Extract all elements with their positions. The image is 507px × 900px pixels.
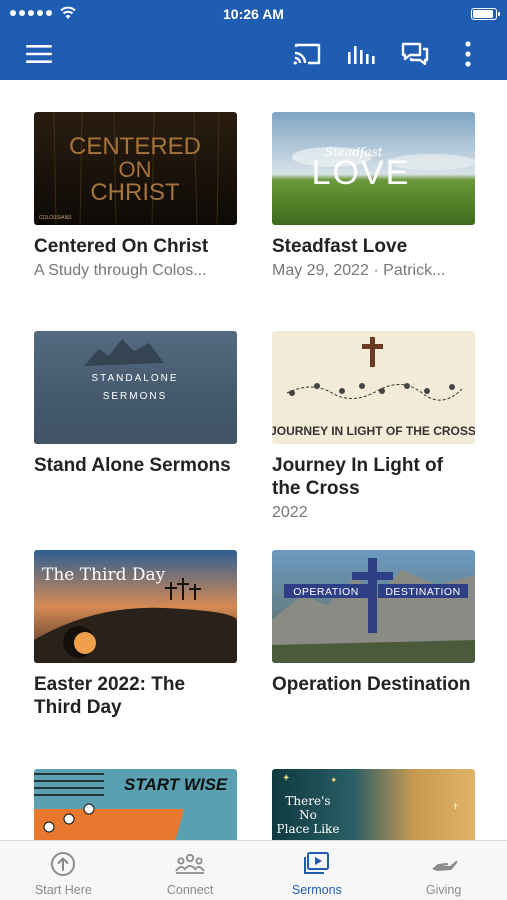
series-artwork: OPERATION DESTINATION xyxy=(272,550,475,663)
series-title: Steadfast Love xyxy=(272,236,408,257)
series-card[interactable]: CENTERED ON CHRIST COLOSSIANS Centered O… xyxy=(34,112,237,281)
svg-text:Place Like: Place Like xyxy=(277,822,340,836)
menu-icon xyxy=(26,45,52,63)
series-title: Journey In Light of the Cross xyxy=(272,455,443,499)
series-artwork: STANDALONE SERMONS xyxy=(34,331,237,444)
tab-giving[interactable]: Giving xyxy=(380,841,507,900)
series-artwork: CENTERED ON CHRIST COLOSSIANS xyxy=(34,112,237,225)
tab-label: Sermons xyxy=(291,883,342,897)
audio-bars-icon xyxy=(348,46,375,64)
series-artwork: The Third Day xyxy=(34,550,237,663)
series-card[interactable]: JOURNEY IN LIGHT OF THE CROSS Journey In… xyxy=(272,331,475,523)
svg-text:STANDALONE: STANDALONE xyxy=(91,373,178,384)
series-subtitle: May 29, 2022 · Patrick... xyxy=(272,262,446,279)
svg-text:✦: ✦ xyxy=(330,775,338,785)
bottom-tab-bar: Start Here Connect Sermons Giving xyxy=(0,840,507,900)
play-video-icon xyxy=(303,852,329,874)
series-subtitle: A Study through Colos... xyxy=(34,262,207,279)
more-vertical-icon xyxy=(465,41,471,67)
series-artwork: START WISE xyxy=(34,769,237,840)
series-artwork: JOURNEY IN LIGHT OF THE CROSS xyxy=(272,331,475,444)
svg-text:There's: There's xyxy=(285,794,330,808)
series-artwork: ✦ ✦ ✝ There's No Place Like xyxy=(272,769,475,840)
series-title: Easter 2022: The Third Day xyxy=(34,674,186,718)
cast-icon xyxy=(293,43,321,65)
svg-text:DESTINATION: DESTINATION xyxy=(385,586,460,598)
battery-icon xyxy=(471,8,500,20)
tab-sermons[interactable]: Sermons xyxy=(254,841,381,900)
svg-text:JOURNEY IN LIGHT OF THE CROSS: JOURNEY IN LIGHT OF THE CROSS xyxy=(272,424,475,438)
more-options-button[interactable] xyxy=(450,36,486,72)
series-card[interactable]: START WISE xyxy=(34,769,237,840)
svg-text:CENTERED: CENTERED xyxy=(69,133,201,160)
series-title: Stand Alone Sermons xyxy=(34,455,231,476)
tab-label: Giving xyxy=(425,883,462,897)
tab-start-here[interactable]: Start Here xyxy=(0,841,127,900)
series-title: Centered On Christ xyxy=(34,236,209,257)
sermon-series-grid: CENTERED ON CHRIST COLOSSIANS Centered O… xyxy=(0,80,507,840)
cast-button[interactable] xyxy=(289,36,325,72)
svg-text:CHRIST: CHRIST xyxy=(90,179,180,206)
top-nav-bar xyxy=(0,28,507,80)
svg-text:START WISE: START WISE xyxy=(124,775,228,794)
series-subtitle: 2022 xyxy=(272,504,308,521)
svg-text:LOVE: LOVE xyxy=(312,154,411,192)
svg-text:SERMONS: SERMONS xyxy=(103,391,168,402)
series-artwork: Steadfast LOVE xyxy=(272,112,475,225)
series-card[interactable]: The Third Day Easter 2022: The Third Day xyxy=(34,550,237,722)
chat-icon xyxy=(401,42,429,66)
series-card[interactable]: ✦ ✦ ✝ There's No Place Like xyxy=(272,769,475,840)
chat-button[interactable] xyxy=(397,36,433,72)
tab-label: Connect xyxy=(166,883,214,897)
series-card[interactable]: Steadfast LOVE Steadfast Love May 29, 20… xyxy=(272,112,475,281)
svg-text:✝: ✝ xyxy=(452,802,459,811)
svg-text:OPERATION: OPERATION xyxy=(293,586,359,598)
people-icon xyxy=(175,853,205,874)
svg-text:The Third Day: The Third Day xyxy=(42,565,166,585)
series-card[interactable]: STANDALONE SERMONS Stand Alone Sermons xyxy=(34,331,237,480)
giving-hand-icon xyxy=(431,860,457,871)
series-card[interactable]: OPERATION DESTINATION Operation Destinat… xyxy=(272,550,475,699)
tab-connect[interactable]: Connect xyxy=(127,841,254,900)
menu-button[interactable] xyxy=(21,36,57,72)
series-title: Operation Destination xyxy=(272,674,471,695)
status-bar: 10:26 AM xyxy=(0,0,507,28)
svg-text:✦: ✦ xyxy=(282,773,290,784)
tab-label: Start Here xyxy=(34,883,92,897)
svg-text:COLOSSIANS: COLOSSIANS xyxy=(39,215,72,221)
arrow-up-circle-icon xyxy=(51,852,76,876)
audio-button[interactable] xyxy=(343,36,379,72)
svg-text:No: No xyxy=(299,808,317,822)
status-time: 10:26 AM xyxy=(223,6,284,22)
